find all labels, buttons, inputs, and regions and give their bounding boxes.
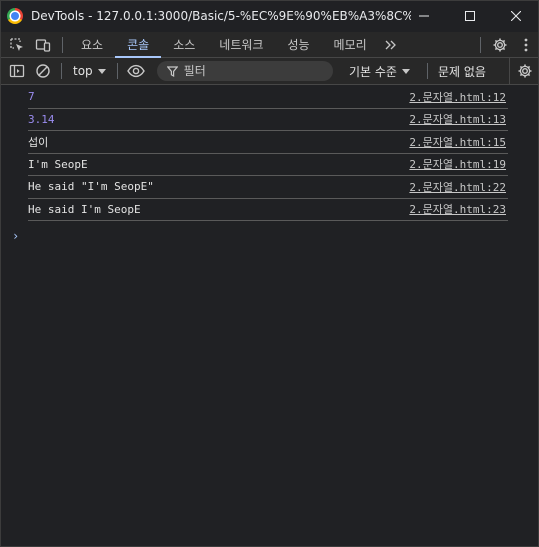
filter-input[interactable] xyxy=(183,64,324,78)
log-levels-dropdown[interactable]: 기본 수준 xyxy=(349,58,410,84)
console-settings-button[interactable] xyxy=(509,58,539,84)
tab-network[interactable]: 네트워크 xyxy=(207,32,275,57)
device-toolbar-button[interactable] xyxy=(30,32,56,58)
console-message: 섭이 xyxy=(28,135,49,149)
source-link[interactable]: 2.문자열.html:19 xyxy=(409,156,506,172)
close-icon xyxy=(511,11,521,21)
tab-performance[interactable]: 성능 xyxy=(275,32,321,57)
minimize-icon xyxy=(419,15,429,17)
window-title: DevTools - 127.0.0.1:3000/Basic/5-%EC%9E… xyxy=(31,9,411,23)
context-value: top xyxy=(73,64,93,78)
title-bar: DevTools - 127.0.0.1:3000/Basic/5-%EC%9E… xyxy=(0,0,539,32)
console-message-row: I'm SeopE 2.문자열.html:19 xyxy=(28,154,508,176)
issues-counter[interactable]: 문제 없음 xyxy=(438,58,486,84)
console-message-row: He said "I'm SeopE" 2.문자열.html:22 xyxy=(28,176,508,199)
prompt-chevron-icon: › xyxy=(12,229,20,243)
console-toolbar: top 기본 수준 문제 없음 xyxy=(0,58,539,85)
tab-memory[interactable]: 메모리 xyxy=(322,32,379,57)
console-message-row: 3.14 2.문자열.html:13 xyxy=(28,109,508,131)
toolbar-divider xyxy=(116,63,118,79)
minimize-button[interactable] xyxy=(401,0,447,32)
device-icon xyxy=(35,39,51,52)
source-link[interactable]: 2.문자열.html:22 xyxy=(409,179,506,195)
gear-icon xyxy=(518,64,531,78)
toolbar-divider xyxy=(61,63,62,79)
maximize-icon xyxy=(465,11,475,21)
tab-sources[interactable]: 소스 xyxy=(161,32,207,57)
console-output: 7 2.문자열.html:12 3.14 2.문자열.html:13 섭이 2.… xyxy=(0,86,539,547)
live-expression-button[interactable] xyxy=(123,58,149,84)
gear-icon xyxy=(493,38,507,52)
context-selector[interactable]: top xyxy=(67,64,112,78)
tab-elements[interactable]: 요소 xyxy=(69,32,115,57)
console-message: He said I'm SeopE xyxy=(28,202,141,216)
sidebar-icon xyxy=(9,64,25,78)
settings-button[interactable] xyxy=(487,32,513,58)
filter-icon xyxy=(166,65,178,77)
eye-icon xyxy=(126,64,145,78)
log-levels-label: 기본 수준 xyxy=(349,64,397,79)
console-message: He said "I'm SeopE" xyxy=(28,180,154,194)
double-chevron-right-icon xyxy=(385,40,396,49)
source-link[interactable]: 2.문자열.html:12 xyxy=(409,89,506,105)
chevron-down-icon xyxy=(97,68,106,74)
block-icon xyxy=(36,64,50,78)
console-message: 3.14 xyxy=(28,112,55,126)
clear-console-button[interactable] xyxy=(30,58,56,84)
more-tabs-button[interactable] xyxy=(379,32,403,57)
toolbar-divider xyxy=(427,63,428,79)
toolbar-divider xyxy=(480,37,481,53)
toggle-sidebar-button[interactable] xyxy=(4,58,30,84)
tab-console[interactable]: 콘솔 xyxy=(115,32,162,58)
toolbar-divider xyxy=(62,37,63,53)
console-message: I'm SeopE xyxy=(28,157,88,171)
panel-tab-bar: 요소 콘솔 소스 네트워크 성능 메모리 xyxy=(0,32,539,58)
filter-box[interactable] xyxy=(156,61,333,81)
console-message: 7 xyxy=(28,90,35,104)
window-controls xyxy=(401,0,539,32)
console-prompt[interactable]: › xyxy=(12,229,539,243)
source-link[interactable]: 2.문자열.html:23 xyxy=(409,201,506,217)
vertical-dots-icon xyxy=(524,38,528,52)
console-message-row: 7 2.문자열.html:12 xyxy=(28,86,508,109)
console-message-row: 섭이 2.문자열.html:15 xyxy=(28,131,508,154)
chevron-down-icon xyxy=(401,68,410,74)
chrome-icon xyxy=(7,8,23,24)
maximize-button[interactable] xyxy=(447,0,493,32)
source-link[interactable]: 2.문자열.html:15 xyxy=(409,134,506,150)
inspect-icon xyxy=(10,38,23,51)
more-options-button[interactable] xyxy=(513,32,539,58)
close-button[interactable] xyxy=(493,0,539,32)
console-message-row: He said I'm SeopE 2.문자열.html:23 xyxy=(28,199,508,221)
source-link[interactable]: 2.문자열.html:13 xyxy=(409,111,506,127)
issues-label: 문제 없음 xyxy=(438,64,486,79)
inspect-element-button[interactable] xyxy=(4,32,30,58)
